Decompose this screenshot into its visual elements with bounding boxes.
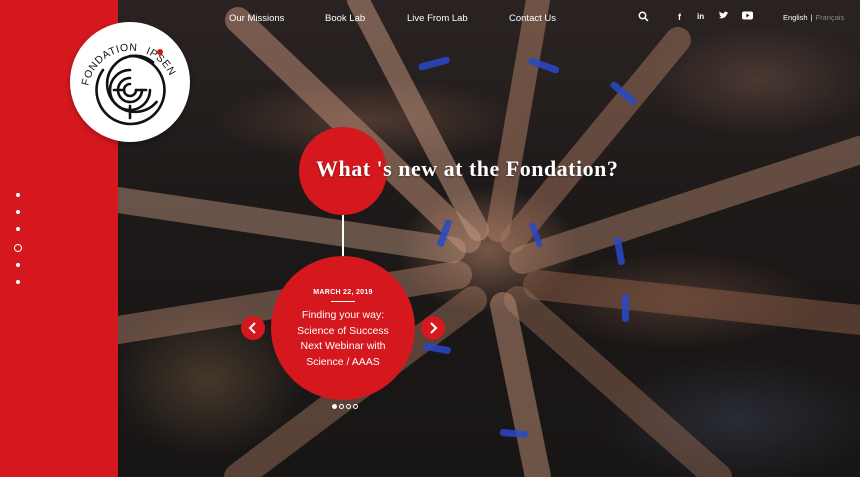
language-switcher: English | Français xyxy=(783,13,844,22)
section-dot-6[interactable] xyxy=(16,280,20,284)
nav-book-lab[interactable]: Book Lab xyxy=(325,13,365,24)
chevron-right-icon xyxy=(430,322,438,334)
search-icon[interactable] xyxy=(638,11,649,25)
carousel-prev-button[interactable] xyxy=(241,316,265,340)
pager-dot-2[interactable] xyxy=(339,404,344,409)
pager-dot-1[interactable] xyxy=(332,404,337,409)
twitter-icon[interactable] xyxy=(719,11,729,23)
youtube-icon[interactable] xyxy=(742,11,753,23)
news-card[interactable]: MARCH 22, 2019 Finding your way: Science… xyxy=(271,256,415,400)
chevron-left-icon xyxy=(248,322,256,334)
facebook-icon[interactable]: f xyxy=(678,11,681,23)
nav-contact-us[interactable]: Contact Us xyxy=(509,13,556,24)
carousel-pager xyxy=(332,404,360,410)
section-dot-3[interactable] xyxy=(16,227,20,231)
section-dot-4-active[interactable] xyxy=(14,244,22,252)
news-divider xyxy=(331,301,355,302)
news-date: MARCH 22, 2019 xyxy=(313,289,373,296)
language-english[interactable]: English xyxy=(783,13,808,22)
logo-text-fondation: FONDATION xyxy=(79,42,137,87)
section-dot-5[interactable] xyxy=(16,263,20,267)
language-francais[interactable]: Français xyxy=(816,13,845,22)
hero-headline: What 's new at the Fondation? xyxy=(316,156,619,181)
pager-dot-3[interactable] xyxy=(346,404,351,409)
language-separator: | xyxy=(810,13,813,22)
headline-connector-line xyxy=(342,215,344,257)
news-title[interactable]: Finding your way: Science of Success Nex… xyxy=(285,308,401,370)
fondation-ipsen-logo[interactable]: FONDATION IPSEN xyxy=(70,22,190,142)
section-dot-1[interactable] xyxy=(16,193,20,197)
section-nav-dots xyxy=(14,193,22,297)
pager-dot-4[interactable] xyxy=(353,404,358,409)
nav-our-missions[interactable]: Our Missions xyxy=(229,13,284,24)
nav-live-from-lab[interactable]: Live From Lab xyxy=(407,13,468,24)
section-dot-2[interactable] xyxy=(16,210,20,214)
linkedin-icon[interactable]: in xyxy=(697,11,704,23)
hero-background-image xyxy=(118,0,860,477)
carousel-next-button[interactable] xyxy=(421,316,445,340)
